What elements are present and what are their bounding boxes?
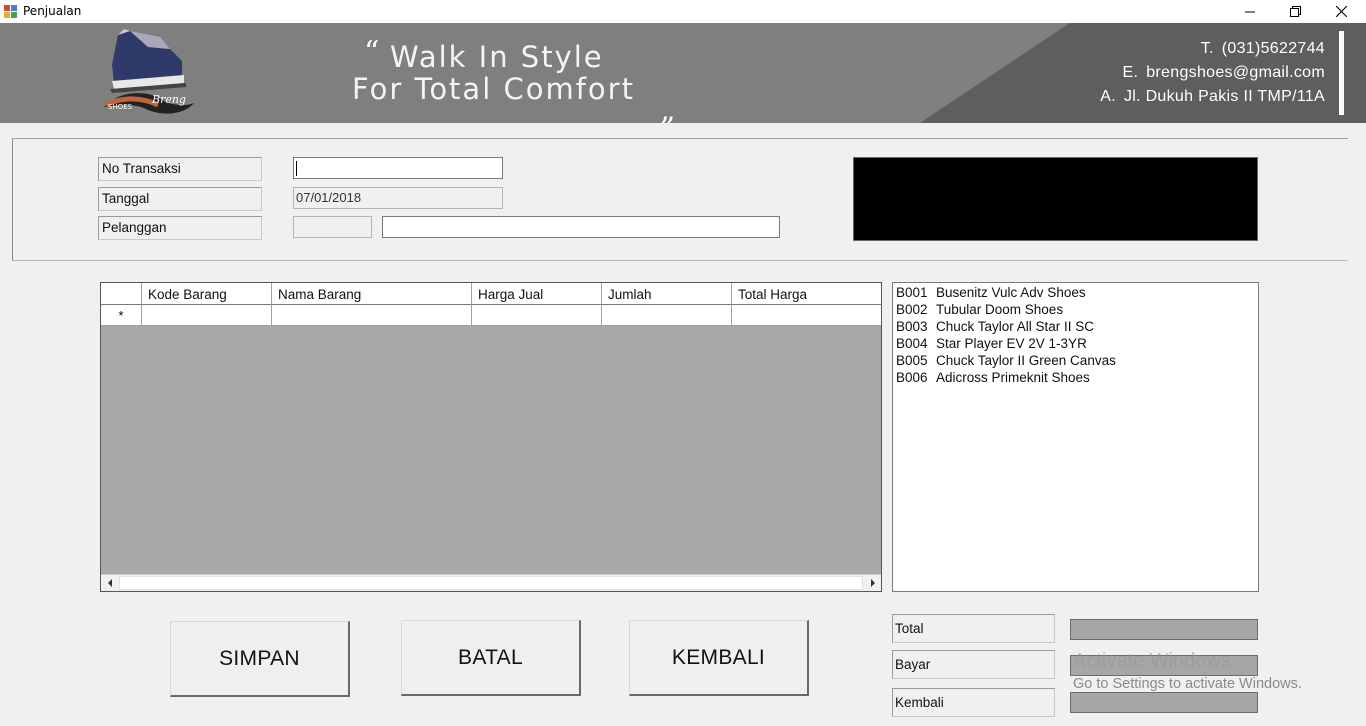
list-item[interactable]: B002 Tubular Doom Shoes (896, 301, 1063, 318)
scroll-left-icon (107, 579, 112, 587)
pelanggan-name-input[interactable] (382, 216, 780, 238)
column-header-total-harga[interactable]: Total Harga (732, 283, 881, 305)
cell-nama-barang[interactable] (272, 305, 472, 326)
scroll-thumb[interactable] (119, 576, 863, 590)
total-label: Total (892, 614, 1055, 643)
restore-button[interactable] (1272, 0, 1318, 23)
contact-info: T. (031)5622744 E. brengshoes@gmail.com A.… (1100, 37, 1325, 109)
slogan-line-2: For Total Comfort (352, 72, 635, 106)
slogan: Walk In Style For Total Comfort (350, 41, 680, 105)
app-icon (4, 5, 17, 18)
kembali-label: Kembali (892, 688, 1055, 717)
items-datagrid[interactable]: Kode Barang Nama Barang Harga Jual Jumla… (100, 282, 882, 592)
no-transaksi-input[interactable] (293, 157, 503, 179)
column-header-nama-barang[interactable]: Nama Barang (272, 283, 472, 305)
logo-text-breng: Breng (151, 93, 186, 106)
logo-text-shoes: SHOES (108, 103, 133, 111)
cell-total-harga[interactable] (732, 305, 881, 326)
cell-jumlah[interactable] (602, 305, 732, 326)
quote-close: „ (660, 93, 676, 123)
horizontal-scrollbar[interactable] (101, 574, 881, 591)
column-header-jumlah[interactable]: Jumlah (602, 283, 732, 305)
window-titlebar: Penjualan (0, 0, 1366, 23)
simpan-button[interactable]: SIMPAN (170, 621, 350, 697)
scroll-right-icon (870, 579, 875, 587)
contact-address: A. Jl. Dukuh Pakis II TMP/11A (1100, 88, 1325, 105)
contact-phone: T. (031)5622744 (1200, 40, 1325, 57)
list-item[interactable]: B001 Busenitz Vulc Adv Shoes (896, 284, 1086, 301)
display-panel (853, 157, 1258, 241)
text-caret (296, 161, 297, 176)
list-item[interactable]: B005 Chuck Taylor II Green Canvas (896, 352, 1116, 369)
activation-watermark-title: Activate Windows (1073, 650, 1231, 672)
list-item[interactable]: B006 Adicross Primeknit Shoes (896, 369, 1090, 386)
cell-harga-jual[interactable] (472, 305, 602, 326)
pelanggan-label: Pelanggan (98, 216, 262, 240)
kembali-button[interactable]: KEMBALI (629, 620, 809, 696)
scroll-left-button[interactable] (101, 575, 118, 591)
restore-icon (1289, 6, 1301, 17)
scroll-right-button[interactable] (864, 575, 881, 591)
grid-new-row[interactable]: * (101, 305, 881, 326)
brand-logo: SHOES Breng (104, 29, 194, 114)
new-row-marker: * (101, 305, 142, 326)
batal-button[interactable]: BATAL (401, 620, 581, 696)
tanggal-label: Tanggal (98, 187, 262, 211)
minimize-button[interactable] (1227, 0, 1273, 23)
bayar-label: Bayar (892, 650, 1055, 679)
column-header-harga-jual[interactable]: Harga Jual (472, 283, 602, 305)
tanggal-input[interactable]: 07/01/2018 (293, 187, 503, 209)
kembali-field[interactable] (1070, 692, 1258, 713)
slogan-line-1: Walk In Style (390, 40, 604, 74)
no-transaksi-label: No Transaksi (98, 157, 262, 181)
window-title: Penjualan (23, 4, 82, 18)
close-icon (1335, 6, 1347, 17)
cell-kode-barang[interactable] (142, 305, 272, 326)
minimize-icon (1245, 11, 1255, 12)
column-header-kode-barang[interactable]: Kode Barang (142, 283, 272, 305)
pelanggan-code-input[interactable] (293, 216, 372, 238)
total-field[interactable] (1070, 619, 1258, 640)
header-banner: SHOES Breng “ Walk In Style For Total Co… (0, 23, 1366, 123)
list-item[interactable]: B004 Star Player EV 2V 1-3YR (896, 335, 1087, 352)
contact-email: E. brengshoes@gmail.com (1122, 64, 1325, 81)
contact-divider-bar (1339, 31, 1344, 115)
product-listbox[interactable]: B001 Busenitz Vulc Adv Shoes B002 Tubular … (892, 282, 1259, 592)
list-item[interactable]: B003 Chuck Taylor All Star II SC (896, 318, 1094, 335)
grid-row-header-corner (101, 283, 142, 305)
grid-header-row: Kode Barang Nama Barang Harga Jual Jumla… (101, 283, 881, 305)
close-button[interactable] (1318, 0, 1364, 23)
activation-watermark-subtitle: Go to Settings to activate Windows. (1073, 676, 1302, 692)
